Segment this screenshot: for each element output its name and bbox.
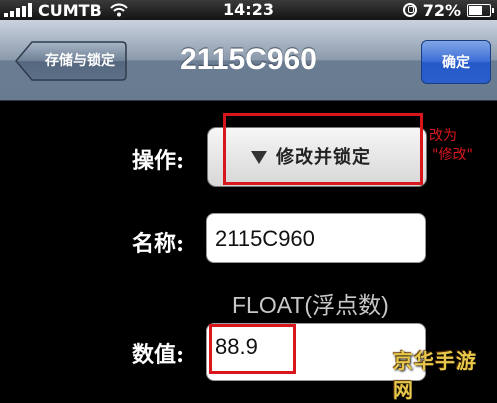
name-field-value: 2115C960 — [215, 226, 315, 251]
back-button-label: 存储与锁定 — [45, 53, 115, 69]
annotation-line-1: 改为 — [429, 128, 457, 144]
battery-percent: 72% — [422, 0, 461, 20]
watermark: 京华手游网 — [393, 349, 477, 402]
rotation-lock-icon — [402, 3, 417, 17]
battery-icon — [467, 3, 494, 17]
back-button[interactable]: 存储与锁定 — [14, 40, 128, 82]
operation-highlight-box — [223, 113, 423, 185]
operation-label: 操作: — [132, 148, 185, 174]
value-type-label: FLOAT(浮点数) — [232, 292, 389, 318]
name-field[interactable]: 2115C960 — [206, 213, 426, 263]
name-label: 名称: — [132, 231, 185, 257]
status-right: 72% — [402, 0, 494, 20]
navigation-bar: 2115C960 存储与锁定 确定 — [0, 20, 497, 101]
value-label: 数值: — [132, 342, 185, 368]
value-highlight-box — [209, 324, 296, 374]
status-bar: CUMTB 14:23 72% — [0, 0, 497, 20]
annotation-line-2: "修改" — [432, 147, 473, 163]
confirm-button[interactable]: 确定 — [421, 40, 491, 84]
